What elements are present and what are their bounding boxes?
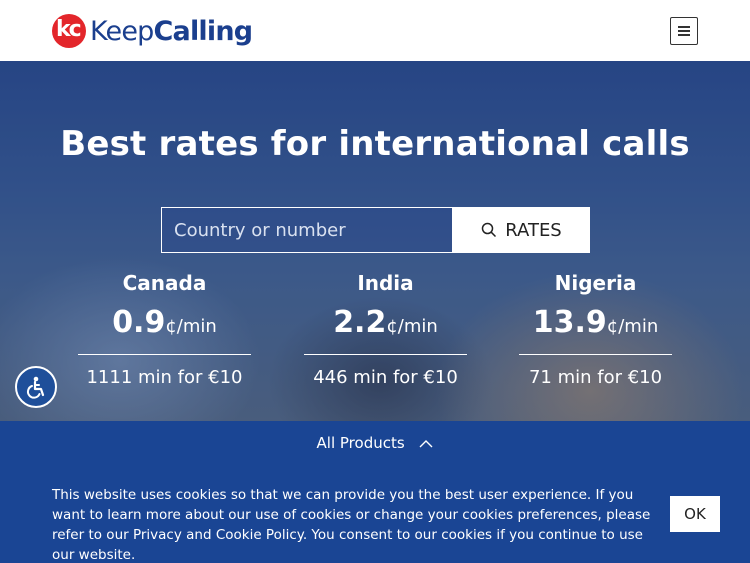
logo-mark-text: kc bbox=[56, 17, 82, 42]
hero-section: Best rates for international calls RATES… bbox=[0, 61, 750, 421]
rate-search: RATES bbox=[161, 207, 590, 253]
rate-card-canada[interactable]: Canada 0.9¢/min 1111 min for €10 bbox=[78, 271, 251, 388]
rate-divider bbox=[304, 354, 467, 355]
hamburger-menu-icon bbox=[678, 34, 690, 36]
rate-card-india[interactable]: India 2.2¢/min 446 min for €10 bbox=[304, 271, 467, 388]
rate-price: 2.2¢/min bbox=[304, 305, 467, 340]
accessibility-icon bbox=[26, 376, 45, 399]
rate-divider bbox=[78, 354, 251, 355]
rate-country: Canada bbox=[122, 271, 207, 295]
rates-button-label: RATES bbox=[505, 219, 562, 241]
logo-text-bold: Calling bbox=[153, 15, 254, 47]
rate-price-value: 2.2 bbox=[333, 305, 387, 340]
keepcalling-logo[interactable]: kc KeepCalling bbox=[52, 12, 254, 50]
logo-text: KeepCalling bbox=[90, 15, 254, 47]
rate-card-nigeria[interactable]: Nigeria 13.9¢/min 71 min for €10 bbox=[519, 271, 672, 388]
hero-title: Best rates for international calls bbox=[60, 124, 690, 164]
site-header: kc KeepCalling bbox=[0, 0, 750, 61]
cookie-notice-text: This website uses cookies so that we can… bbox=[52, 487, 651, 563]
country-search-input[interactable] bbox=[161, 207, 453, 253]
accessibility-button[interactable] bbox=[15, 366, 57, 408]
rate-price-unit: ¢/min bbox=[386, 316, 438, 337]
rate-minutes: 446 min for €10 bbox=[313, 367, 458, 388]
rate-price: 13.9¢/min bbox=[519, 305, 672, 340]
hamburger-menu-icon bbox=[678, 30, 690, 32]
logo-text-light: Keep bbox=[90, 15, 154, 47]
logo-mark-icon: kc bbox=[52, 14, 86, 48]
rates-button[interactable]: RATES bbox=[453, 207, 590, 253]
hamburger-menu-button[interactable] bbox=[670, 17, 698, 45]
rate-price-unit: ¢/min bbox=[606, 316, 659, 337]
hamburger-menu-icon bbox=[678, 26, 690, 28]
rate-country: Nigeria bbox=[554, 271, 637, 295]
rate-price-value: 0.9 bbox=[112, 305, 166, 340]
bottom-panel: All Products This website uses cookies s… bbox=[0, 421, 750, 563]
rate-price-unit: ¢/min bbox=[165, 316, 217, 337]
all-products-label: All Products bbox=[316, 434, 405, 452]
rate-minutes: 1111 min for €10 bbox=[86, 367, 243, 388]
rate-price-value: 13.9 bbox=[532, 305, 607, 340]
rate-price: 0.9¢/min bbox=[78, 305, 251, 340]
search-icon bbox=[482, 222, 497, 238]
cookie-ok-button[interactable]: OK bbox=[670, 496, 720, 532]
rate-country: India bbox=[357, 271, 414, 295]
all-products-toggle[interactable]: All Products bbox=[0, 434, 750, 452]
rate-minutes: 71 min for €10 bbox=[528, 367, 663, 388]
chevron-up-icon bbox=[419, 439, 433, 447]
rate-divider bbox=[519, 354, 672, 355]
